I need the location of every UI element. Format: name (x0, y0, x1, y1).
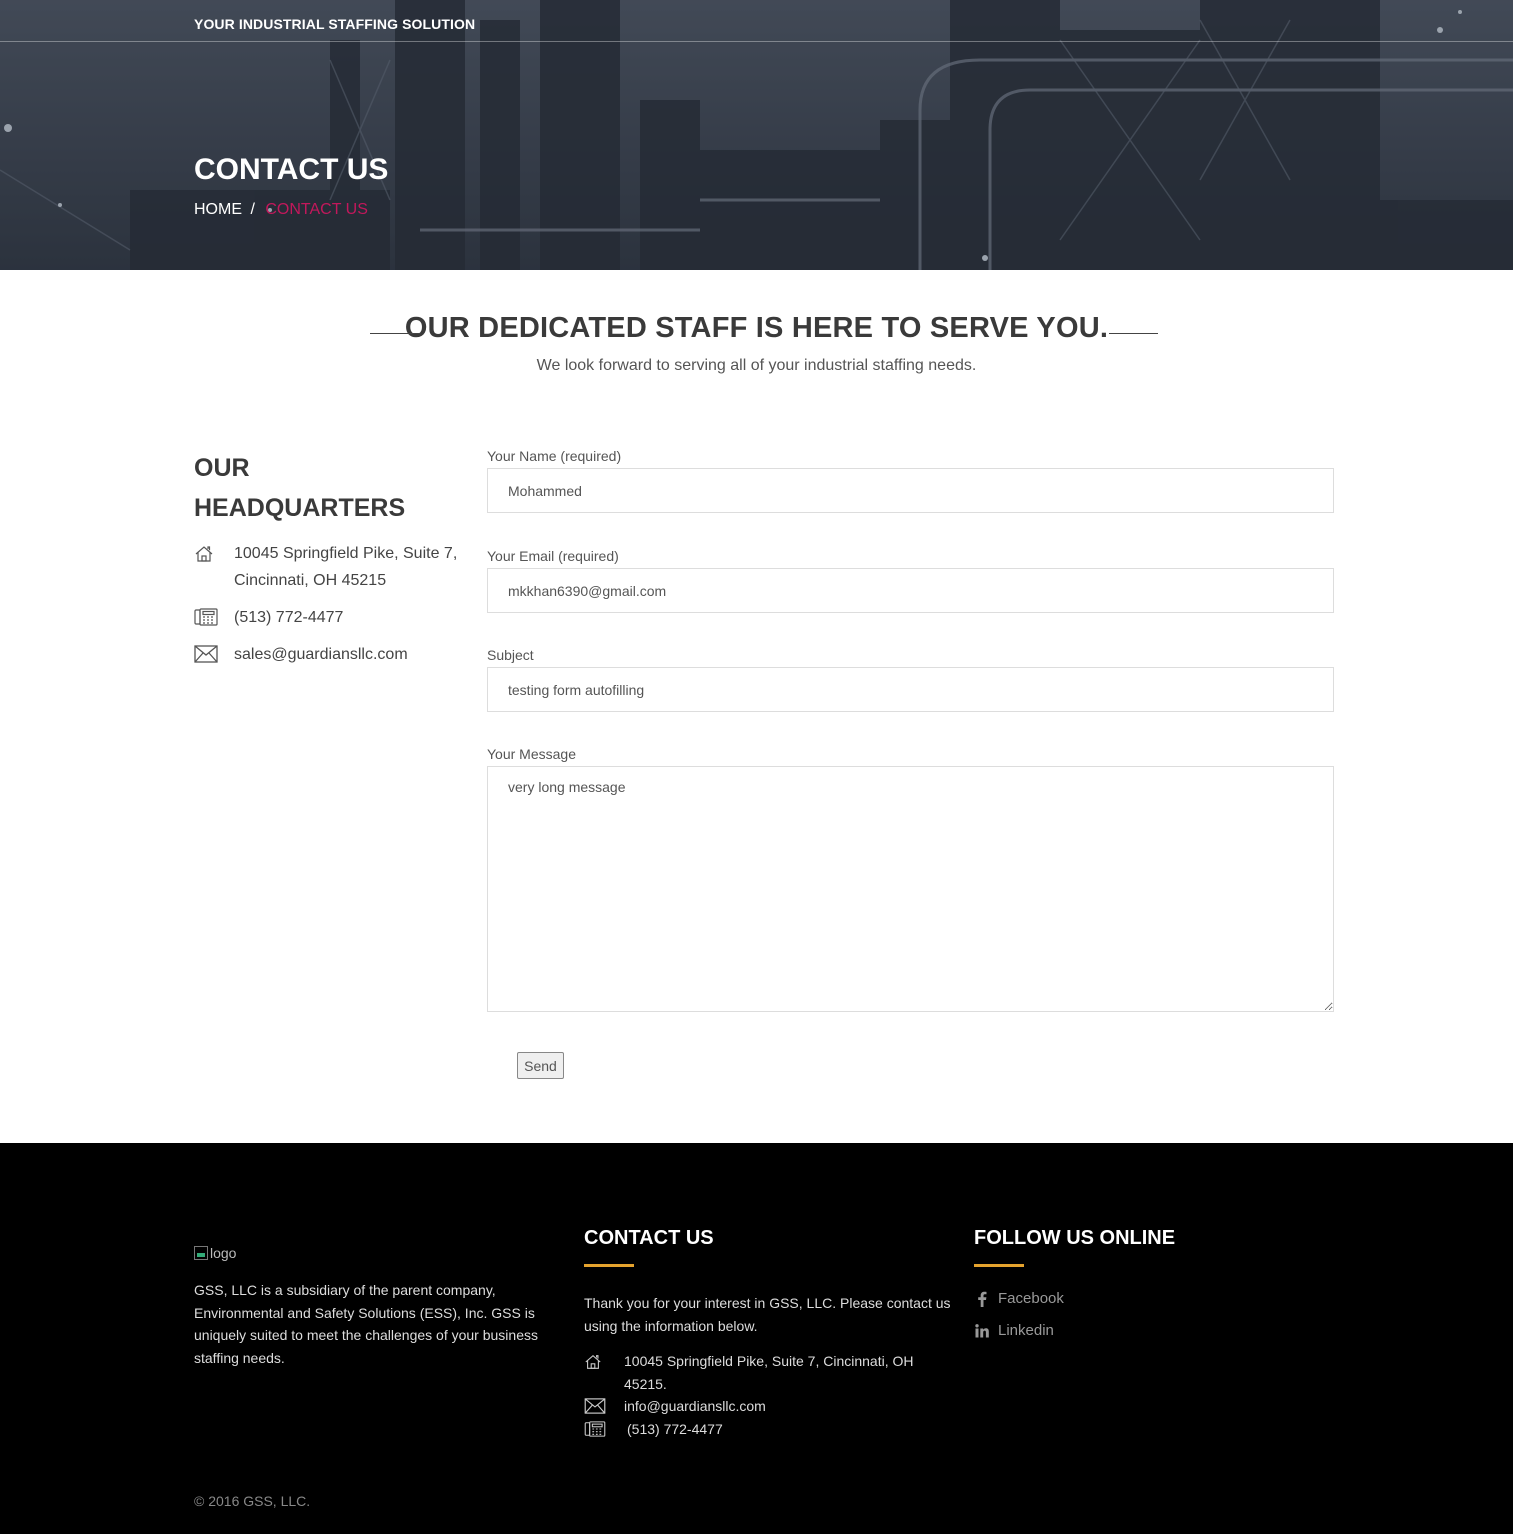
footer-about-text: GSS, LLC is a subsidiary of the parent c… (194, 1282, 538, 1366)
linkedin-link[interactable]: Linkedin (974, 1322, 1274, 1339)
headquarters-address: 10045 Springfield Pike, Suite 7, Cincinn… (194, 540, 464, 594)
footer-follow-heading: FOLLOW US ONLINE (974, 1227, 1176, 1249)
breadcrumb: HOME / CONTACT US (194, 201, 368, 219)
headquarters-phone-text: (513) 772-4477 (234, 609, 344, 626)
topbar-divider (0, 41, 1513, 42)
home-icon (584, 1353, 602, 1378)
headquarters-title: OUR HEADQUARTERS (194, 448, 464, 528)
footer-follow-underline (974, 1264, 1024, 1267)
linkedin-label: Linkedin (998, 1322, 1054, 1339)
facebook-link[interactable]: Facebook (974, 1290, 1274, 1307)
phone-icon (584, 1420, 606, 1444)
headquarters-phone: (513) 772-4477 (194, 604, 464, 631)
footer-phone: (513) 772-4477 (584, 1418, 954, 1441)
footer-contact-column: CONTACT US Thank you for your interest i… (584, 1227, 954, 1440)
home-icon (194, 544, 214, 573)
subject-field-group: Subject (487, 647, 1334, 712)
email-label: Your Email (required) (487, 548, 619, 564)
footer-email-text: info@guardiansllc.com (624, 1398, 766, 1414)
page-title: CONTACT US (194, 153, 389, 186)
envelope-icon (194, 645, 218, 672)
footer-contact-intro: Thank you for your interest in GSS, LLC.… (584, 1295, 951, 1334)
phone-icon (194, 608, 218, 635)
footer-contact-heading: CONTACT US (584, 1227, 714, 1249)
heading-line-left (370, 333, 419, 334)
footer-address-text: 10045 Springfield Pike, Suite 7, Cincinn… (624, 1353, 914, 1392)
footer-address: 10045 Springfield Pike, Suite 7, Cincinn… (584, 1350, 954, 1395)
name-field-group: Your Name (required) (487, 448, 1334, 513)
footer-phone-text: (513) 772-4477 (627, 1420, 723, 1437)
facebook-label: Facebook (998, 1290, 1064, 1307)
email-input[interactable] (487, 568, 1334, 613)
message-field-group: Your Message very long message (487, 746, 1334, 1012)
site-footer: logo GSS, LLC is a subsidiary of the par… (0, 1143, 1513, 1534)
name-input[interactable] (487, 468, 1334, 513)
site-tagline: YOUR INDUSTRIAL STAFFING SOLUTION (194, 16, 476, 32)
footer-logo: logo (194, 1245, 236, 1261)
message-textarea[interactable]: very long message (487, 766, 1334, 1012)
breadcrumb-separator: / (250, 201, 255, 218)
headquarters-title-line2: HEADQUARTERS (194, 494, 406, 522)
broken-image-icon (194, 1246, 208, 1260)
footer-logo-alt: logo (210, 1245, 237, 1261)
headquarters-title-line1: OUR (194, 454, 250, 482)
section-title: OUR DEDICATED STAFF IS HERE TO SERVE YOU… (404, 312, 1109, 344)
footer-contact-underline (584, 1264, 634, 1267)
breadcrumb-current: CONTACT US (265, 201, 368, 218)
subject-label: Subject (487, 647, 534, 663)
facebook-icon (974, 1291, 990, 1307)
footer-follow-column: FOLLOW US ONLINE Facebook Linkedin (974, 1227, 1274, 1339)
message-label: Your Message (487, 746, 576, 762)
headquarters-email: sales@guardiansllc.com (194, 641, 464, 668)
email-field-group: Your Email (required) (487, 548, 1334, 613)
copyright-text: © 2016 GSS, LLC. (194, 1493, 311, 1509)
section-heading: OUR DEDICATED STAFF IS HERE TO SERVE YOU… (0, 312, 1513, 345)
subject-input[interactable] (487, 667, 1334, 712)
headquarters-email-text: sales@guardiansllc.com (234, 646, 408, 663)
footer-email: info@guardiansllc.com (584, 1395, 954, 1418)
linkedin-icon (974, 1323, 990, 1338)
send-button[interactable]: Send (517, 1052, 564, 1079)
page-header-banner: YOUR INDUSTRIAL STAFFING SOLUTION CONTAC… (0, 0, 1513, 270)
headquarters-address-text: 10045 Springfield Pike, Suite 7, Cincinn… (234, 545, 458, 589)
name-label: Your Name (required) (487, 448, 622, 464)
headquarters-info: OUR HEADQUARTERS 10045 Springfield Pike,… (194, 448, 464, 668)
breadcrumb-home-link[interactable]: HOME (194, 201, 242, 218)
section-subtitle: We look forward to serving all of your i… (536, 357, 977, 374)
heading-line-right (1109, 333, 1158, 334)
